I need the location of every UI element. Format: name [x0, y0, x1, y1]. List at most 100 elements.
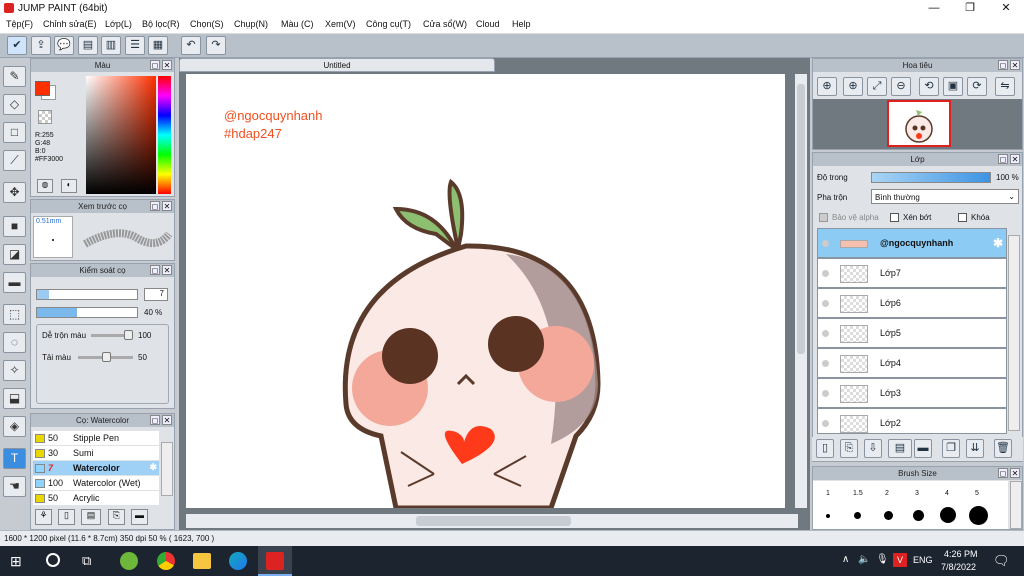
- layer-import-icon[interactable]: ⇩: [864, 439, 882, 458]
- document-icon[interactable]: ▥: [101, 36, 121, 55]
- selection-rect-icon[interactable]: □: [3, 122, 26, 143]
- menu-cloud[interactable]: Cloud: [476, 19, 500, 29]
- maximize-icon[interactable]: ❐: [952, 0, 988, 16]
- hand-tool-icon[interactable]: ☚: [3, 476, 26, 497]
- menu-file[interactable]: Tệp(F): [6, 19, 33, 29]
- lasso-tool-icon[interactable]: ◌: [3, 332, 26, 353]
- reset-view-icon[interactable]: ▣: [943, 77, 963, 96]
- brush-item-stipple[interactable]: 50 Stipple Pen: [33, 431, 159, 445]
- minimize-icon[interactable]: —: [916, 0, 952, 16]
- layer-menu-icon[interactable]: ▤: [888, 439, 912, 458]
- panel-close-icon[interactable]: ✕: [162, 201, 172, 211]
- brush-new-icon[interactable]: ▯: [58, 509, 75, 525]
- brush-folder-icon[interactable]: ▬: [131, 509, 148, 525]
- layer-settings-icon[interactable]: ✱: [993, 236, 1003, 250]
- color-saturation-box[interactable]: [86, 76, 156, 194]
- mic-icon[interactable]: 🎙: [876, 554, 889, 565]
- brush-add-icon[interactable]: ⚘: [35, 509, 52, 525]
- menu-color[interactable]: Màu (C): [281, 19, 314, 29]
- rotate-icon[interactable]: ⟲: [919, 77, 939, 96]
- menu-window[interactable]: Cửa sổ(W): [423, 19, 467, 29]
- canvas-vertical-scrollbar[interactable]: [795, 74, 807, 508]
- check-icon[interactable]: ✔: [7, 36, 27, 55]
- tray-chevron-icon[interactable]: ∧: [842, 554, 849, 565]
- navigator-thumbnail[interactable]: [887, 100, 951, 147]
- brush-item-watercolor[interactable]: 7 Watercolor ✱: [33, 461, 159, 475]
- fit-screen-icon[interactable]: ⤢: [867, 77, 887, 96]
- panel-close-icon[interactable]: ✕: [1010, 60, 1020, 70]
- close-icon[interactable]: ✕: [988, 0, 1024, 16]
- hue-slider[interactable]: [158, 76, 171, 194]
- layer-row[interactable]: Lớp4: [817, 348, 1007, 378]
- layer-row[interactable]: Lớp6: [817, 288, 1007, 318]
- task-view-icon[interactable]: ⧉: [82, 553, 91, 569]
- layer-blend-select[interactable]: Bình thường ⌄: [871, 189, 1019, 204]
- resample-slider[interactable]: [78, 352, 133, 362]
- brush-size-slider[interactable]: [36, 289, 138, 300]
- lock-checkbox[interactable]: [958, 213, 967, 222]
- brush-tool-icon[interactable]: ✎: [3, 66, 26, 87]
- layer-row[interactable]: Lớp7: [817, 258, 1007, 288]
- canvas-paper[interactable]: @ngocquynhanh #hdap247: [186, 74, 785, 508]
- app-icon-green[interactable]: [120, 552, 138, 570]
- primary-color[interactable]: [35, 81, 50, 96]
- volume-icon[interactable]: 🔈: [858, 554, 870, 565]
- brush-item-acrylic[interactable]: 50 Acrylic: [33, 491, 159, 505]
- brush-opacity-slider[interactable]: [36, 307, 138, 318]
- menu-filter[interactable]: Bộ lọc(R): [142, 19, 180, 29]
- layer-duplicate-icon[interactable]: ❐: [942, 439, 960, 458]
- settings-gear-icon[interactable]: ✱: [149, 462, 157, 473]
- transparent-color[interactable]: [38, 110, 52, 124]
- layer-folder-icon[interactable]: ▬: [914, 439, 932, 458]
- zoom-in-icon[interactable]: ⊕: [817, 77, 837, 96]
- brush-import-icon[interactable]: ⎘: [108, 509, 125, 525]
- select-tool-icon[interactable]: ⬚: [3, 304, 26, 325]
- brush-item-watercolor-wet[interactable]: 100 Watercolor (Wet): [33, 476, 159, 490]
- brush-size-dot[interactable]: [884, 511, 893, 520]
- unikey-icon[interactable]: V: [893, 553, 907, 567]
- navigator-view[interactable]: [813, 99, 1022, 149]
- menu-tools[interactable]: Công cụ(T): [366, 19, 411, 29]
- panel-float-icon[interactable]: ◻: [150, 201, 160, 211]
- message-icon[interactable]: ▤: [78, 36, 98, 55]
- delete-layer-icon[interactable]: 🗑: [994, 439, 1012, 458]
- brush-list-scrollbar[interactable]: [161, 442, 173, 496]
- brush-size-dot[interactable]: [969, 506, 988, 525]
- flip-icon[interactable]: ⇋: [995, 77, 1015, 96]
- canvas-tab[interactable]: Untitled: [179, 58, 495, 72]
- undo-icon[interactable]: ↶: [181, 36, 201, 55]
- folder-icon[interactable]: [193, 553, 211, 569]
- taskbar-jumppaint[interactable]: [258, 546, 292, 576]
- new-layer-copy-icon[interactable]: ⎘: [840, 439, 858, 458]
- clipping-checkbox[interactable]: [890, 213, 899, 222]
- brush-size-scrollbar[interactable]: [1010, 481, 1022, 529]
- eraser-tool-icon[interactable]: ◇: [3, 94, 26, 115]
- chrome-icon[interactable]: [157, 552, 175, 570]
- comment-icon[interactable]: 💬: [54, 36, 74, 55]
- clock-time[interactable]: 4:26 PM: [944, 549, 978, 559]
- panel-close-icon[interactable]: ✕: [1010, 154, 1020, 164]
- search-icon[interactable]: [46, 553, 60, 567]
- bucket-tool-icon[interactable]: ◪: [3, 244, 26, 265]
- brush-size-dot[interactable]: [913, 510, 924, 521]
- blend-slider[interactable]: [91, 330, 133, 340]
- magic-wand-icon[interactable]: ✧: [3, 360, 26, 381]
- start-icon[interactable]: ⊞: [10, 554, 24, 568]
- menu-layer[interactable]: Lớp(L): [105, 19, 132, 29]
- export-icon[interactable]: ⇪: [31, 36, 51, 55]
- panel-close-icon[interactable]: ✕: [162, 60, 172, 70]
- gradient-tool-icon[interactable]: ▬: [3, 272, 26, 293]
- color-set-icon[interactable]: ◐: [61, 179, 77, 193]
- notification-icon[interactable]: 🗨: [993, 553, 1010, 569]
- menu-view[interactable]: Xem(V): [325, 19, 356, 29]
- language-indicator[interactable]: ENG: [913, 555, 933, 565]
- layer-row[interactable]: Lớp2: [817, 408, 1007, 434]
- palette-icon[interactable]: ◍: [37, 179, 53, 193]
- text-tool-icon[interactable]: T: [3, 448, 26, 469]
- layer-opacity-slider[interactable]: [871, 172, 991, 183]
- zoom-plus-icon[interactable]: ⊕: [843, 77, 863, 96]
- brush-size-dot[interactable]: [940, 507, 956, 523]
- select-eraser-icon[interactable]: ◈: [3, 416, 26, 437]
- list-icon[interactable]: ☰: [125, 36, 145, 55]
- menu-help[interactable]: Help: [512, 19, 531, 29]
